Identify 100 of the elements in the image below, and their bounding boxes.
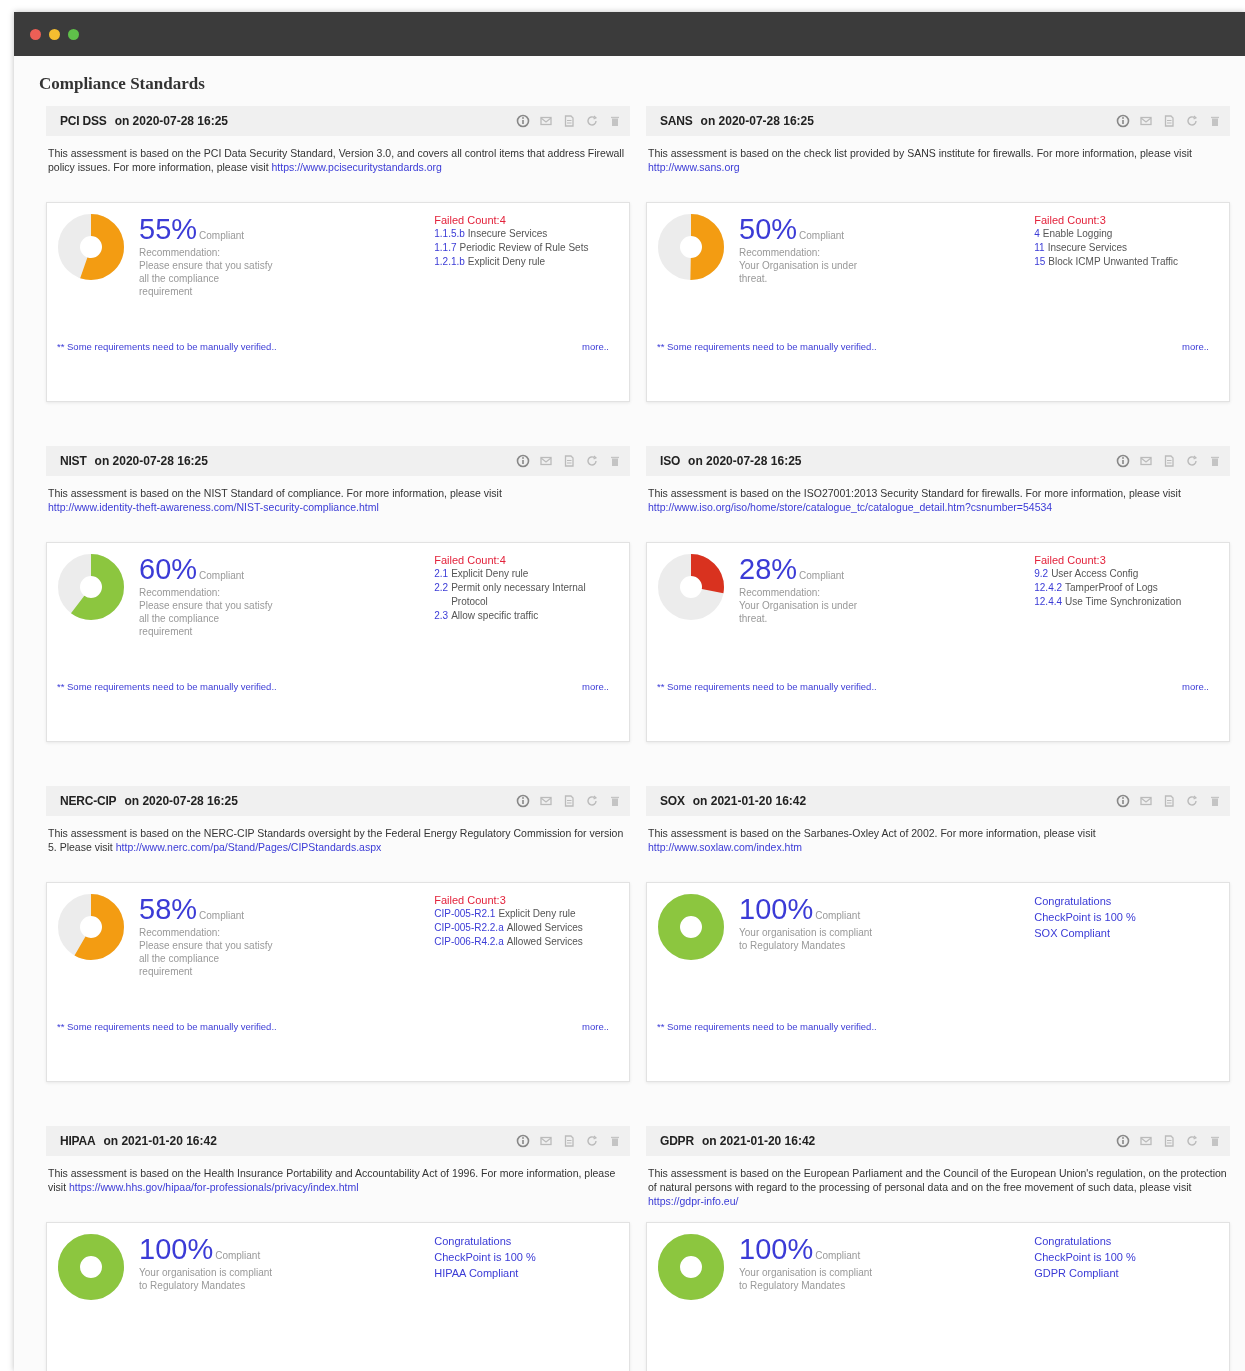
refresh-icon[interactable] xyxy=(1185,794,1199,808)
recommendation-text: Please ensure that you satisfy all the compliance requirement xyxy=(139,599,274,638)
assessment-date: on 2020-07-28 16:25 xyxy=(124,794,238,808)
status-label: Compliant xyxy=(199,570,245,581)
reference-link[interactable]: http://www.nerc.com/pa/Stand/Pages/CIPStandards.aspx xyxy=(115,841,382,853)
standard-name: PCI DSS xyxy=(60,114,107,128)
info-icon[interactable] xyxy=(516,1134,530,1148)
manual-verify-link[interactable]: ** Some requirements need to be manually verified.. xyxy=(57,1021,277,1032)
standard-name: GDPR xyxy=(660,1134,694,1148)
info-icon[interactable] xyxy=(516,794,530,808)
requirement-text: TamperProof of Logs xyxy=(1065,581,1158,595)
requirement-link[interactable]: 11 xyxy=(1034,241,1045,255)
mail-icon[interactable] xyxy=(1139,1134,1153,1148)
compliance-ring xyxy=(57,213,125,281)
reference-link[interactable]: http://www.iso.org/iso/home/store/catalogue_tc/catalogue_detail.htm?csnumber=54534 xyxy=(648,501,1053,513)
mail-icon[interactable] xyxy=(539,114,553,128)
document-icon[interactable] xyxy=(562,114,576,128)
description-text: This assessment is based on the PCI Data Security Standard, Version 3.0, and covers all control items that address Firewall policy issues. For more information, please visit https://www.pcisecuritystandards.org xyxy=(47,146,626,175)
requirement-link[interactable]: CIP-005-R2.2.a xyxy=(434,921,504,935)
document-icon[interactable] xyxy=(1162,114,1176,128)
requirement-link[interactable]: 2.1 xyxy=(434,567,449,581)
assessment-date: on 2020-07-28 16:25 xyxy=(688,454,802,468)
requirement-link[interactable]: 4 xyxy=(1034,227,1040,241)
mail-icon[interactable] xyxy=(1139,794,1153,808)
trash-icon[interactable] xyxy=(1208,794,1222,808)
mail-icon[interactable] xyxy=(1139,114,1153,128)
requirement-link[interactable]: 12.4.2 xyxy=(1034,581,1063,595)
requirement-link[interactable]: 1.2.1.b xyxy=(434,255,465,269)
document-icon[interactable] xyxy=(1162,794,1176,808)
requirement-text: Use Time Synchronization xyxy=(1065,595,1182,609)
trash-icon[interactable] xyxy=(608,794,622,808)
reference-link[interactable]: https://www.hhs.gov/hipaa/for-professionals/privacy/index.html xyxy=(69,1181,359,1193)
status-label: Compliant xyxy=(815,1250,861,1261)
requirement-text: Enable Logging xyxy=(1042,227,1113,241)
info-icon[interactable] xyxy=(1116,454,1130,468)
manual-verify-link[interactable]: ** Some requirements need to be manually verified.. xyxy=(657,1021,877,1032)
compliance-ring xyxy=(57,893,125,961)
reference-link[interactable]: https://gdpr-info.eu/ xyxy=(648,1195,739,1207)
failed-count: Failed Count:3 xyxy=(1034,213,1107,227)
refresh-icon[interactable] xyxy=(1185,1134,1199,1148)
trash-icon[interactable] xyxy=(1208,1134,1222,1148)
requirement-link[interactable]: CIP-005-R2.1 xyxy=(434,907,496,921)
standard-name: NERC-CIP xyxy=(60,794,117,808)
info-icon[interactable] xyxy=(1116,114,1130,128)
refresh-icon[interactable] xyxy=(585,454,599,468)
recommendation-heading: Recommendation: xyxy=(139,926,222,939)
requirement-text: Insecure Services xyxy=(467,227,548,241)
zoom-dot-icon[interactable] xyxy=(68,28,79,40)
requirement-link[interactable]: 12.4.4 xyxy=(1034,595,1063,609)
manual-verify-link[interactable]: ** Some requirements need to be manually verified.. xyxy=(657,681,877,692)
mail-icon[interactable] xyxy=(539,454,553,468)
trash-icon[interactable] xyxy=(608,114,622,128)
mail-icon[interactable] xyxy=(539,1134,553,1148)
more-link[interactable]: more.. xyxy=(582,341,609,352)
manual-verify-link[interactable]: ** Some requirements need to be manually verified.. xyxy=(657,341,877,352)
mail-icon[interactable] xyxy=(539,794,553,808)
document-icon[interactable] xyxy=(1162,454,1176,468)
reference-link[interactable]: http://www.identity-theft-awareness.com/NIST-security-compliance.html xyxy=(48,501,379,513)
refresh-icon[interactable] xyxy=(1185,114,1199,128)
manual-verify-link[interactable]: ** Some requirements need to be manually verified.. xyxy=(57,341,277,352)
reference-link[interactable]: http://www.soxlaw.com/index.htm xyxy=(648,841,803,853)
info-icon[interactable] xyxy=(516,114,530,128)
more-link[interactable]: more.. xyxy=(582,1021,609,1032)
success-message: Congratulations xyxy=(1034,894,1113,909)
requirement-link[interactable]: CIP-006-R4.2.a xyxy=(434,935,504,949)
requirement-text: Explicit Deny rule xyxy=(451,567,529,581)
trash-icon[interactable] xyxy=(608,454,622,468)
requirement-link[interactable]: 1.1.7 xyxy=(434,241,457,255)
trash-icon[interactable] xyxy=(1208,454,1222,468)
close-dot-icon[interactable] xyxy=(30,28,41,40)
trash-icon[interactable] xyxy=(608,1134,622,1148)
refresh-icon[interactable] xyxy=(585,794,599,808)
mail-icon[interactable] xyxy=(1139,454,1153,468)
requirement-link[interactable]: 2.3 xyxy=(434,609,449,623)
requirement-text: Allowed Services xyxy=(506,935,583,949)
reference-link[interactable]: https://www.pcisecuritystandards.org xyxy=(271,161,442,173)
document-icon[interactable] xyxy=(562,1134,576,1148)
description-text: This assessment is based on the NERC-CIP Standards oversight by the Federal Energy Regulatory Commission for version 5. Please visit http://www.nerc.com/pa/Stand/Pages/CIPStandards.aspx xyxy=(47,826,625,855)
success-message: GDPR Compliant xyxy=(1034,1266,1120,1281)
requirement-link[interactable]: 15 xyxy=(1034,255,1046,269)
document-icon[interactable] xyxy=(1162,1134,1176,1148)
document-icon[interactable] xyxy=(562,454,576,468)
requirement-link[interactable]: 2.2 xyxy=(434,581,449,609)
document-icon[interactable] xyxy=(562,794,576,808)
trash-icon[interactable] xyxy=(1208,114,1222,128)
manual-verify-link[interactable]: ** Some requirements need to be manually verified.. xyxy=(57,681,277,692)
info-icon[interactable] xyxy=(1116,1134,1130,1148)
reference-link[interactable]: http://www.sans.org xyxy=(648,161,740,173)
info-icon[interactable] xyxy=(1116,794,1130,808)
refresh-icon[interactable] xyxy=(585,114,599,128)
requirement-link[interactable]: 1.1.5.b xyxy=(434,227,465,241)
more-link[interactable]: more.. xyxy=(1182,341,1209,352)
more-link[interactable]: more.. xyxy=(582,681,609,692)
more-link[interactable]: more.. xyxy=(1182,681,1209,692)
requirement-link[interactable]: 9.2 xyxy=(1034,567,1049,581)
refresh-icon[interactable] xyxy=(585,1134,599,1148)
refresh-icon[interactable] xyxy=(1185,454,1199,468)
info-icon[interactable] xyxy=(516,454,530,468)
status-label: Compliant xyxy=(799,230,845,241)
minimize-dot-icon[interactable] xyxy=(49,28,60,40)
